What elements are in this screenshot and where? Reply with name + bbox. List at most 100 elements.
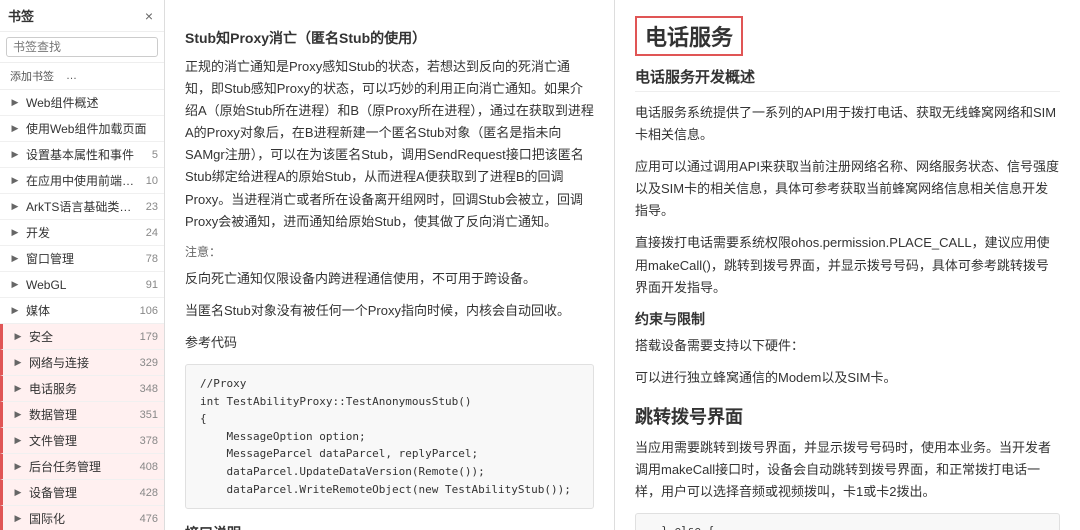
constraint-title: 约束与限制 [635,309,1060,329]
nav-item-icon: ▶ [11,434,25,448]
nav-item-icon: ▶ [11,460,25,474]
stub-note-1: 反向死亡通知仅限设备内跨进程通信使用，不可用于跨设备。 [185,268,594,290]
main-content: Stub知Proxy消亡（匿名Stub的使用） 正规的消亡通知是Proxy感知S… [165,0,1080,530]
nav-item-label: 使用Web组件加载页面 [26,120,158,137]
jump-title: 跳转拨号界面 [635,403,1060,429]
sidebar-item-app-mainpage-js[interactable]: ▶ 在应用中使用前端页面JavaSc ript 10 [0,168,164,194]
nav-item-label: 网络与连接 [29,354,136,371]
nav-item-icon: ▶ [11,408,25,422]
nav-item-label: 媒体 [26,302,136,319]
nav-item-count: 329 [140,357,158,369]
jump-desc: 当应用需要跳转到拨号界面，并显示拨号号码时，使用本业务。当开发者调用makeCa… [635,437,1060,503]
nav-item-count: 24 [146,227,158,239]
sidebar-item-task-mgmt[interactable]: ▶ 后台任务管理 408 [0,454,164,480]
constraint-detail: 可以进行独立蜂窝通信的Modem以及SIM卡。 [635,367,1060,389]
nav-item-icon: ▶ [8,252,22,266]
nav-item-count: 428 [140,487,158,499]
nav-item-count: 5 [152,149,158,161]
nav-item-icon: ▶ [11,512,25,526]
sidebar: 书签 × 添加书签 … ▶ Web组件概述 ▶ 使用Web组件加载页面 ▶ 设置基本属性和… [0,0,165,530]
code-block-stub: //Proxy int TestAbilityProxy::TestAnonym… [185,364,594,509]
nav-item-label: 窗口管理 [26,250,142,267]
sidebar-header: 书签 × [0,0,164,32]
nav-item-count: 10 [146,175,158,187]
right-subtitle: 电话服务开发概述 [635,66,1060,92]
stub-section: Stub知Proxy消亡（匿名Stub的使用） 正规的消亡通知是Proxy感知S… [185,28,594,509]
nav-item-label: 设备管理 [29,484,136,501]
nav-item-label: 国际化 [29,510,136,527]
right-intro-2: 应用可以通过调用API来获取当前注册网络名称、网络服务状态、信号强度以及SIM卡… [635,156,1060,222]
sidebar-item-web-load[interactable]: ▶ 使用Web组件加载页面 [0,116,164,142]
stub-title: Stub知Proxy消亡（匿名Stub的使用） [185,28,594,48]
sidebar-item-file-mgmt[interactable]: ▶ 文件管理 378 [0,428,164,454]
sidebar-item-security[interactable]: ▶ 安全 179 [0,324,164,350]
nav-item-label: 在应用中使用前端页面JavaSc ript [26,172,142,189]
sidebar-item-media[interactable]: ▶ 媒体 106 [0,298,164,324]
nav-item-count: 91 [146,279,158,291]
nav-item-icon: ▶ [8,278,22,292]
api-title: 接口说明 [185,523,594,530]
nav-item-count: 408 [140,461,158,473]
nav-item-icon: ▶ [8,200,22,214]
nav-item-label: 文件管理 [29,432,136,449]
nav-item-icon: ▶ [8,148,22,162]
right-main-title: 电话服务 [635,16,743,56]
doc-left-panel: Stub知Proxy消亡（匿名Stub的使用） 正规的消亡通知是Proxy感知S… [165,0,615,530]
stub-note: 注意： [185,243,594,260]
nav-item-icon: ▶ [11,356,25,370]
search-input[interactable] [6,37,158,57]
sidebar-item-webgl[interactable]: ▶ WebGL 91 [0,272,164,298]
nav-item-label: WebGL [26,278,142,292]
sidebar-item-network[interactable]: ▶ 网络与连接 329 [0,350,164,376]
sidebar-toolbar: 添加书签 … [0,63,164,90]
sidebar-item-web-components[interactable]: ▶ Web组件概述 [0,90,164,116]
sidebar-item-data-mgmt[interactable]: ▶ 数据管理 351 [0,402,164,428]
nav-item-count: 476 [140,513,158,525]
sidebar-item-port-mgmt[interactable]: ▶ 窗口管理 78 [0,246,164,272]
sidebar-title: 书签 [8,6,34,25]
nav-item-icon: ▶ [8,122,22,136]
stub-ref: 参考代码 [185,332,594,354]
nav-item-icon: ▶ [8,174,22,188]
constraint-text: 搭载设备需要支持以下硬件： [635,335,1060,357]
nav-item-count: 23 [146,201,158,213]
nav-item-icon: ▶ [8,96,22,110]
nav-item-label: 安全 [29,328,136,345]
nav-item-count: 378 [140,435,158,447]
more-options-button[interactable]: … [62,68,81,84]
nav-list: ▶ Web组件概述 ▶ 使用Web组件加载页面 ▶ 设置基本属性和事件 5 ▶ 在应用中使用前端… [0,90,164,530]
right-intro-3: 直接拨打电话需要系统权限ohos.permission.PLACE_CALL，建… [635,232,1060,298]
nav-item-label: ArkTS语言基础类库概述 [26,198,142,215]
sidebar-item-device-mgmt[interactable]: ▶ 设备管理 428 [0,480,164,506]
right-intro-1: 电话服务系统提供了一系列的API用于拨打电话、获取无线蜂窝网络和SIM卡相关信息… [635,102,1060,146]
nav-item-icon: ▶ [11,486,25,500]
api-section: 接口说明 call模块为开发者提供呼叫管理功能，observer模块为开发者提供… [185,523,594,530]
nav-item-icon: ▶ [11,382,25,396]
sidebar-close-button[interactable]: × [142,8,156,24]
nav-item-count: 78 [146,253,158,265]
nav-item-count: 179 [140,331,158,343]
nav-item-icon: ▶ [8,304,22,318]
nav-item-label: 电话服务 [29,380,136,397]
doc-right-panel: 电话服务 电话服务开发概述 电话服务系统提供了一系列的API用于拨打电话、获取无… [615,0,1080,530]
sidebar-item-dev[interactable]: ▶ 开发 24 [0,220,164,246]
nav-item-label: 后台任务管理 [29,458,136,475]
nav-item-count: 351 [140,409,158,421]
nav-item-icon: ▶ [11,330,25,344]
stub-note-2: 当匿名Stub对象没有被任何一个Proxy指向时候，内核会自动回收。 [185,300,594,322]
sidebar-item-i18n[interactable]: ▶ 国际化 476 [0,506,164,530]
code-block-right: } else { console.log("make call fail, er… [635,513,1060,530]
sidebar-item-arkts-base[interactable]: ▶ ArkTS语言基础类库概述 23 [0,194,164,220]
nav-item-label: 设置基本属性和事件 [26,146,148,163]
nav-item-label: 数据管理 [29,406,136,423]
nav-item-label: 开发 [26,224,142,241]
search-bar [0,32,164,63]
sidebar-item-basic-events[interactable]: ▶ 设置基本属性和事件 5 [0,142,164,168]
nav-item-count: 348 [140,383,158,395]
nav-item-count: 106 [140,305,158,317]
stub-para-1: 正规的消亡通知是Proxy感知Stub的状态，若想达到反向的死消亡通知，即Stu… [185,56,594,233]
nav-item-label: Web组件概述 [26,94,158,111]
nav-item-icon: ▶ [8,226,22,240]
sidebar-item-telecom[interactable]: ▶ 电话服务 348 [0,376,164,402]
add-bookmark-button[interactable]: 添加书签 [6,66,58,86]
